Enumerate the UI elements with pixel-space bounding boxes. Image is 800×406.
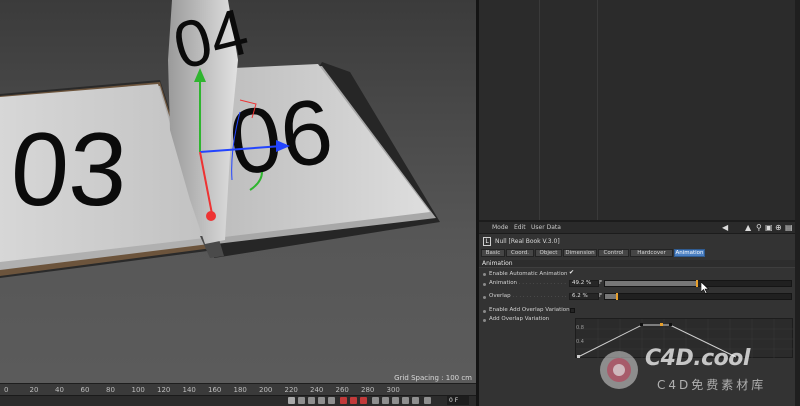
record-key-icon[interactable] — [288, 397, 295, 404]
new-window-icon[interactable]: ⊕ — [775, 223, 782, 232]
ruler-tick-label: 100 — [131, 386, 145, 394]
attribute-menubar: Mode Edit User Data ◀ ▲ ⚲ ▣ ⊕ ▤ — [479, 222, 795, 234]
animation-label: Animation . . . . . . . . . . . . . . — [489, 280, 567, 286]
book-scene[interactable]: 03 06 04 — [0, 0, 476, 383]
keyframe-sel-icon[interactable] — [360, 397, 367, 404]
watermark-badge-icon — [600, 351, 638, 389]
object-title-row: L Null [Real Book V.3.0] — [481, 236, 793, 248]
graph-label-mid: 0.4 — [576, 339, 584, 345]
tab-dimension[interactable]: Dimension — [563, 249, 597, 257]
ruler-tick-label: 120 — [157, 386, 171, 394]
enable-auto-checkbox[interactable]: ✔ — [569, 269, 574, 276]
tab-control[interactable]: Control — [598, 249, 629, 257]
graph-label-top: 0.8 — [576, 325, 584, 331]
overlap-slider-knob[interactable] — [615, 293, 618, 300]
autokey-icon[interactable] — [350, 397, 357, 404]
ruler-tick-label: 140 — [182, 386, 196, 394]
ruler-tick-label: 200 — [259, 386, 273, 394]
menu-user-data[interactable]: User Data — [531, 224, 561, 231]
ruler-tick-label: 160 — [208, 386, 222, 394]
overlap-field[interactable]: 6.2 % — [569, 293, 599, 300]
lock-icon[interactable]: ▣ — [765, 223, 773, 232]
record-icon[interactable] — [340, 397, 347, 404]
enable-overlap-var-checkbox[interactable] — [570, 308, 575, 313]
next-frame-icon[interactable] — [328, 397, 335, 404]
ruler-tick-label: 180 — [233, 386, 247, 394]
watermark-logo: C4D.cool C4D免费素材库 — [597, 346, 787, 396]
tab-coord[interactable]: Coord. — [506, 249, 534, 257]
prev-frame-icon[interactable] — [308, 397, 315, 404]
enable-auto-label: Enable Automatic Animation — [489, 271, 568, 277]
ruler-tick-label: 260 — [335, 386, 349, 394]
mouse-cursor-icon — [701, 282, 709, 294]
ruler-tick-label: 0 — [4, 386, 9, 394]
grid-spacing-readout: Grid Spacing : 100 cm — [394, 374, 472, 382]
right-scrollbar[interactable] — [795, 0, 800, 406]
overlap-label: Overlap . . . . . . . . . . . . . . . . — [489, 293, 567, 299]
menu-edit[interactable]: Edit — [514, 224, 526, 231]
null-object-icon: L — [483, 237, 491, 246]
pos-key-icon[interactable] — [372, 397, 379, 404]
tab-basic[interactable]: Basic — [481, 249, 505, 257]
frame-field[interactable]: 0 F — [447, 396, 469, 405]
timeline-menu-icon[interactable] — [424, 397, 431, 404]
ruler-tick-label: 220 — [284, 386, 298, 394]
scale-key-icon[interactable] — [392, 397, 399, 404]
animation-slider[interactable] — [604, 280, 792, 287]
tab-hardcover[interactable]: Hardcover — [630, 249, 673, 257]
play-icon[interactable] — [318, 397, 325, 404]
add-overlap-var-label: Add Overlap Variation — [489, 316, 550, 322]
search-icon[interactable]: ⚲ — [756, 223, 762, 232]
param-key-icon[interactable] — [402, 397, 409, 404]
animation-slider-knob[interactable] — [695, 280, 698, 287]
ruler-tick-label: 60 — [80, 386, 90, 394]
right-page-number: 06 — [223, 80, 339, 195]
pla-key-icon[interactable] — [412, 397, 419, 404]
timeline-ruler[interactable]: 0 20 40 60 80 100 120 140 160 180 200 220 240 260 280 3… — [0, 383, 476, 395]
back-arrow-icon[interactable]: ◀ — [722, 223, 728, 232]
ruler-tick-label: 280 — [361, 386, 375, 394]
ruler-tick-label: 300 — [386, 386, 400, 394]
overlap-slider[interactable] — [604, 293, 792, 300]
left-page-number: 03 — [8, 112, 130, 228]
go-start-icon[interactable] — [298, 397, 305, 404]
ruler-tick-label: 240 — [310, 386, 324, 394]
enable-overlap-var-label: Enable Add Overlap Variation — [489, 307, 570, 313]
section-header: Animation — [479, 260, 795, 268]
3d-viewport[interactable]: 03 06 04 Grid Spacing : 100 cm 0 20 40 60 80… — [0, 0, 476, 406]
dropdown-icon[interactable]: ▤ — [785, 223, 793, 232]
rot-key-icon[interactable] — [382, 397, 389, 404]
ruler-tick-label: 40 — [55, 386, 64, 394]
tab-animation[interactable]: Animation — [674, 249, 705, 257]
up-arrow-icon[interactable]: ▲ — [745, 223, 751, 232]
menu-mode[interactable]: Mode — [492, 224, 508, 231]
watermark-subtext: C4D免费素材库 — [657, 378, 767, 392]
object-title: Null [Real Book V.3.0] — [495, 238, 560, 245]
animation-field[interactable]: 49.2 % — [569, 280, 599, 287]
ruler-tick-label: 80 — [106, 386, 115, 394]
watermark-text: C4D.cool — [645, 346, 750, 371]
ruler-tick-label: 20 — [29, 386, 39, 394]
tab-object[interactable]: Object — [535, 249, 562, 257]
